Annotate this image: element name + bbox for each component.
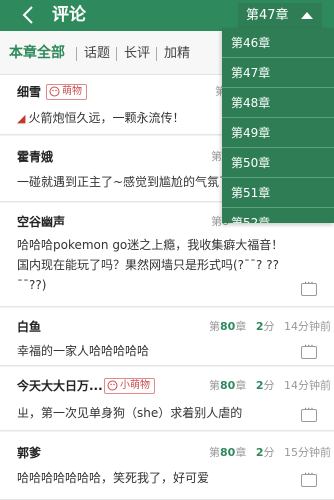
rocket-icon: ◢ [17,112,26,125]
user-badge: 小萌物 [104,378,155,394]
chapter-dropdown: 第46章 第47章 第48章 第49章 第50章 第51章 第52章 [222,28,334,223]
chapter-selector-label: 第47章 [246,8,289,23]
chapter-prefix: 第 [209,320,220,333]
tab-featured[interactable]: 加精 [164,46,190,62]
badge-face-icon [49,86,60,97]
comment-text: 哈哈哈哈哈哈哈，笑死我了，好可爱 [17,471,210,485]
chapter-num: 80 [220,320,236,333]
comment-text: ◢ 火箭炮恒久远，一颗永流传！ [17,108,184,129]
badge-label: 萌物 [62,86,82,97]
caret-up-icon [301,12,313,19]
chapter-selector[interactable]: 第47章 [238,3,322,28]
reply-button[interactable] [301,469,317,487]
reply-button[interactable] [301,404,317,422]
username[interactable]: 细雪 [17,85,41,100]
tab-long-reviews[interactable]: 长评 [124,46,150,62]
username[interactable]: 霍青娥 [17,150,53,165]
user-badge: 萌物 [46,84,87,100]
tab-all[interactable]: 本章全部 [9,45,65,61]
floor-suffix: 分 [263,379,275,392]
comment-text: 哈哈哈pokemon go迷之上瘾，我收集癖大福音！国内现在能玩了吗？果然网墙只… [17,238,284,292]
chapter-prefix: 第 [209,379,220,392]
page-title: 评论 [52,5,86,25]
username[interactable]: 白鱼 [17,320,41,335]
chapter-option[interactable]: 第49章 [222,118,334,148]
badge-face-icon [107,380,118,391]
chapter-option[interactable]: 第47章 [222,58,334,88]
comment-item[interactable]: 郭爹 第80章 2分 15分钟前 哈哈哈哈哈哈哈，笑死我了，好可爱 [0,432,334,500]
timestamp: 14分钟前 [283,320,331,333]
chapter-num: 80 [220,379,236,392]
comment-text: 一碰就遇到正主了~感觉到尴尬的气氛了 [17,175,232,189]
username[interactable]: 空谷幽声 [17,215,65,230]
chapter-ref: 第80章 2分 15分钟前 [209,446,331,460]
chevron-left-icon [22,6,33,24]
chapter-option[interactable]: 第50章 [222,148,334,178]
timestamp: 14分钟前 [283,379,331,392]
chapter-prefix: 第 [209,446,220,459]
reply-button[interactable] [301,278,317,296]
chapter-option[interactable]: 第52章 [222,208,334,223]
tab-divider [116,47,117,61]
badge-label: 小萌物 [120,380,150,391]
chapter-ref: 第80章 2分 14分钟前 [209,320,331,334]
comment-text: 幸福的一家人哈哈哈哈哈 [17,344,150,358]
chapter-ref: 第80章 2分 14分钟前 [209,379,331,393]
reply-button[interactable] [301,341,317,359]
username[interactable]: 郭爹 [17,446,41,461]
username[interactable]: 今天大大日万... [17,379,103,394]
comment-text: ㄓ，第一次见单身狗（she）求着别人虐的 [17,406,243,420]
floor-suffix: 分 [263,320,275,333]
floor-suffix: 分 [263,446,275,459]
back-button[interactable] [18,4,40,26]
timestamp: 15分钟前 [283,446,331,459]
comment-body: 火箭炮恒久远，一颗永流传！ [28,111,185,125]
chapter-suffix: 章 [235,379,247,392]
chapter-option[interactable]: 第48章 [222,88,334,118]
chapter-suffix: 章 [235,320,247,333]
chapter-num: 80 [220,446,236,459]
chapter-suffix: 章 [235,446,247,459]
chapter-option[interactable]: 第46章 [222,28,334,58]
comment-item[interactable]: 白鱼 第80章 2分 14分钟前 幸福的一家人哈哈哈哈哈 [0,308,334,366]
tab-topics[interactable]: 话题 [84,46,110,62]
tab-divider [156,47,157,61]
tab-divider [76,47,77,61]
comment-item[interactable]: 今天大大日万... 小萌物 第80章 2分 14分钟前 ㄓ，第一次见单身狗（sh… [0,367,334,431]
chapter-option[interactable]: 第51章 [222,178,334,208]
